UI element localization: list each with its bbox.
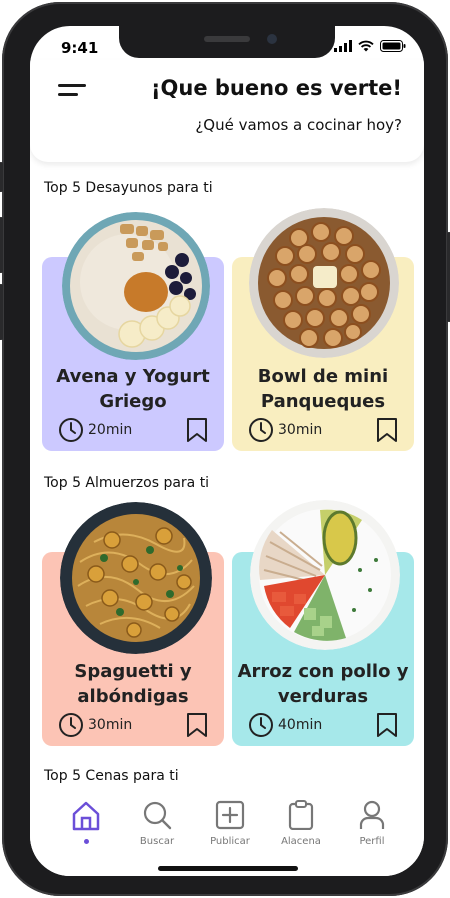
time-info: 20min (58, 417, 132, 443)
recipe-time: 40min (278, 717, 323, 733)
wifi-icon (358, 40, 374, 52)
clock-icon (59, 713, 83, 737)
battery-icon (380, 40, 406, 52)
clock-icon (249, 713, 273, 737)
bookmark-icon[interactable] (376, 712, 398, 738)
active-indicator-dot (83, 839, 89, 844)
menu-line (58, 84, 86, 87)
recipe-title: Arroz con pollo y verduras (232, 659, 414, 709)
mute-switch (0, 162, 3, 192)
clock-icon (249, 418, 273, 442)
chicken-rice-veggies-image (250, 500, 400, 650)
time-info: 40min (248, 712, 322, 738)
nav-item-buscar[interactable]: Buscar (122, 800, 192, 847)
status-icons (334, 40, 406, 52)
recipe-title-line1: Spaguetti y (74, 661, 192, 682)
bookmark-icon[interactable] (186, 417, 208, 443)
recipe-title-line1: Arroz con pollo y (237, 661, 409, 682)
recipe-title-line1: Bowl de mini (257, 366, 389, 387)
plus-square-icon (215, 800, 245, 830)
page-title: ¡Que bueno es verte! (150, 76, 402, 100)
bookmark-icon[interactable] (376, 417, 398, 443)
time-info: 30min (58, 712, 132, 738)
recipe-title-line1: Avena y Yogurt (56, 366, 210, 387)
nav-item-home[interactable] (51, 800, 121, 844)
recipe-time: 30min (278, 422, 323, 438)
camera (267, 34, 277, 44)
app-screen: 9:41 ¡Que bueno es verte! ¿Qué vamos a c… (30, 26, 424, 876)
nav-item-publicar[interactable]: Publicar (195, 800, 265, 847)
status-time: 9:41 (61, 39, 99, 57)
recipe-title-line2: Griego (99, 391, 167, 412)
section-title-desayunos: Top 5 Desayunos para ti (44, 180, 213, 196)
section-title-almuerzos: Top 5 Almuerzos para ti (44, 475, 210, 491)
nav-label-buscar: Buscar (139, 836, 175, 847)
nav-label-alacena: Alacena (281, 836, 321, 847)
recipe-title: Bowl de mini Panqueques (232, 364, 414, 414)
signal-icon (334, 40, 352, 52)
section-title-cenas: Top 5 Cenas para ti (44, 768, 179, 784)
time-info: 30min (248, 417, 322, 443)
home-indicator (158, 866, 298, 871)
clock-icon (59, 418, 83, 442)
phone-frame: 9:41 ¡Que bueno es verte! ¿Qué vamos a c… (0, 2, 450, 896)
volume-down-button (0, 284, 3, 340)
recipe-time: 20min (88, 422, 133, 438)
nav-item-perfil[interactable]: Perfil (337, 800, 407, 847)
recipe-title: Spaguetti y albóndigas (42, 659, 224, 709)
speaker (204, 36, 250, 42)
bookmark-icon[interactable] (186, 712, 208, 738)
home-icon (72, 801, 100, 831)
menu-line (58, 93, 78, 96)
recipe-time: 30min (88, 717, 133, 733)
search-icon (143, 801, 172, 830)
recipe-title: Avena y Yogurt Griego (42, 364, 224, 414)
recipe-title-line2: albóndigas (77, 686, 189, 707)
recipe-title-line2: verduras (277, 686, 369, 707)
user-icon (359, 800, 385, 829)
menu-button[interactable] (58, 84, 88, 102)
nav-label-perfil: Perfil (359, 836, 385, 847)
bottom-nav: Buscar Publicar Alacena Perfil (30, 794, 424, 876)
notch (119, 26, 335, 58)
nav-item-alacena[interactable]: Alacena (266, 800, 336, 847)
nav-label-publicar: Publicar (210, 836, 250, 847)
recipe-title-line2: Panqueques (260, 391, 386, 412)
mini-pancakes-bowl-image (249, 208, 399, 358)
clipboard-icon (288, 800, 314, 831)
page-subtitle: ¿Qué vamos a cocinar hoy? (195, 116, 402, 134)
volume-up-button (0, 217, 3, 273)
oatmeal-bowl-image (62, 212, 210, 360)
spaghetti-meatballs-image (60, 502, 212, 654)
